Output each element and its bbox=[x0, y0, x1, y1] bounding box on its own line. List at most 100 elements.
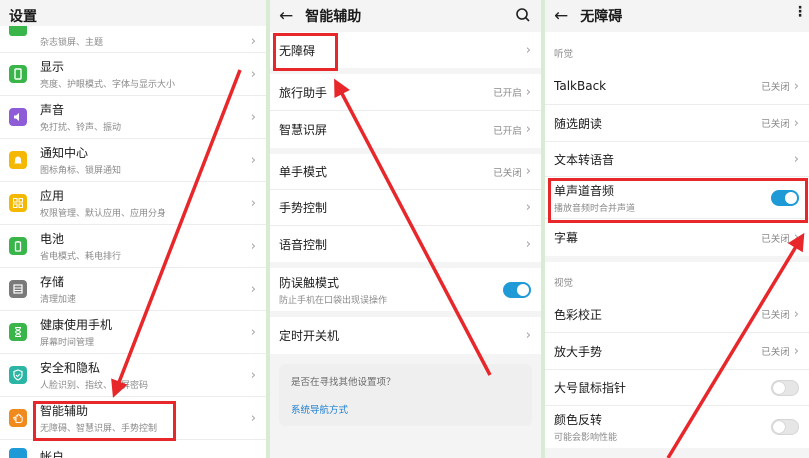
item-sub: 防止手机在口袋出现误操作 bbox=[279, 295, 388, 306]
item-large-mouse-pointer[interactable]: 大号鼠标指针 bbox=[545, 370, 809, 406]
settings-item-storage[interactable]: 存储 清理加速 › bbox=[0, 268, 266, 311]
control-group: 单手模式 已关闭 › 手势控制 › 语音控制 › bbox=[270, 154, 541, 262]
item-smart-screen[interactable]: 智慧识屏 已开启 › bbox=[270, 111, 541, 148]
item-status: 已关闭 bbox=[761, 119, 790, 130]
hearing-group: 听觉 TalkBack 已关闭 › 随选朗读 已关闭 › 文本转语音 › 单声道… bbox=[545, 32, 809, 256]
settings-item-display[interactable]: 显示亮度、护眼模式、字体与显示大小 › bbox=[0, 53, 266, 96]
item-mono-audio[interactable]: 单声道音频 播放音频时合并声道 bbox=[545, 177, 809, 219]
pocket-mode-toggle[interactable] bbox=[503, 281, 531, 298]
settings-item-digital-balance[interactable]: 健康使用手机 屏幕时间管理 › bbox=[0, 311, 266, 354]
back-arrow-icon[interactable]: ← bbox=[554, 7, 568, 25]
settings-list: 杂志锁屏、主题 › 显示亮度、护眼模式、字体与显示大小 › 声音免打扰、铃声、振… bbox=[0, 26, 266, 458]
chevron-right-icon: › bbox=[793, 343, 799, 359]
settings-item-sub: 免打扰、铃声、振动 bbox=[40, 123, 122, 133]
mono-audio-toggle[interactable] bbox=[771, 189, 799, 206]
system-navigation-link[interactable]: 系统导航方式 bbox=[291, 402, 520, 416]
account-icon bbox=[9, 448, 27, 458]
schedule-group: 定时开关机 › bbox=[270, 317, 541, 354]
item-color-correction[interactable]: 色彩校正 已关闭 › bbox=[545, 296, 809, 333]
item-label: 单声道音频 bbox=[554, 183, 615, 198]
settings-item-label: 通知中心 bbox=[40, 146, 89, 160]
vision-group: 视觉 色彩校正 已关闭 › 放大手势 已关闭 › 大号鼠标指针 颜色反转 可能会影… bbox=[545, 262, 809, 448]
item-status: 已关闭 bbox=[761, 347, 790, 358]
accessibility-topbar: ← 无障碍 ⋮ bbox=[545, 0, 809, 32]
item-text-to-speech[interactable]: 文本转语音 › bbox=[545, 142, 809, 177]
settings-item-label: 智能辅助 bbox=[40, 404, 89, 418]
settings-item-battery[interactable]: 电池 省电模式、耗电排行 › bbox=[0, 225, 266, 268]
item-select-to-speak[interactable]: 随选朗读 已关闭 › bbox=[545, 105, 809, 142]
item-status: 已开启 bbox=[493, 88, 522, 99]
item-travel-assistant[interactable]: 旅行助手 已开启 › bbox=[270, 74, 541, 111]
chevron-right-icon: › bbox=[793, 78, 799, 94]
back-arrow-icon[interactable]: ← bbox=[279, 7, 293, 25]
item-status: 已关闭 bbox=[761, 310, 790, 321]
item-label: 随选朗读 bbox=[554, 116, 603, 131]
chevron-right-icon: › bbox=[250, 34, 256, 49]
accessibility-group: 无障碍 › bbox=[270, 32, 541, 68]
item-captions[interactable]: 字幕 已关闭 › bbox=[545, 219, 809, 256]
item-label: 色彩校正 bbox=[554, 307, 603, 322]
chevron-right-icon: › bbox=[250, 410, 256, 426]
chevron-right-icon: › bbox=[250, 324, 256, 340]
settings-item-sub: 亮度、护眼模式、字体与显示大小 bbox=[40, 80, 176, 90]
large-pointer-toggle[interactable] bbox=[771, 379, 799, 396]
accessibility-panel: ← 无障碍 ⋮ 听觉 TalkBack 已关闭 › 随选朗读 已关闭 › 文本转… bbox=[545, 0, 809, 458]
settings-item-theme[interactable]: 杂志锁屏、主题 › bbox=[0, 26, 266, 53]
item-label: 定时开关机 bbox=[279, 329, 340, 343]
chevron-right-icon: › bbox=[525, 328, 531, 343]
chevron-right-icon: › bbox=[250, 238, 256, 254]
item-label: 颜色反转 bbox=[554, 413, 603, 427]
settings-item-apps[interactable]: 应用 权限管理、默认应用、应用分身 › bbox=[0, 182, 266, 225]
battery-icon bbox=[9, 237, 27, 255]
settings-item-notifications[interactable]: 通知中心图标角标、锁屏通知 › bbox=[0, 139, 266, 182]
bell-icon bbox=[9, 151, 27, 169]
toggle-knob bbox=[517, 283, 529, 296]
item-color-inversion[interactable]: 颜色反转 可能会影响性能 bbox=[545, 406, 809, 448]
settings-item-sub: 图标角标、锁屏通知 bbox=[40, 166, 122, 176]
theme-icon bbox=[9, 26, 27, 36]
search-icon[interactable] bbox=[515, 7, 531, 27]
settings-item-smart-assistance[interactable]: 智能辅助 无障碍、智慧识屏、手势控制 › bbox=[0, 397, 266, 440]
settings-item-label: 安全和隐私 bbox=[40, 361, 101, 375]
item-label: TalkBack bbox=[554, 79, 607, 93]
settings-item-sub: 人脸识别、指纹、锁屏密码 bbox=[40, 381, 149, 391]
toggle-knob bbox=[785, 191, 797, 204]
page-title: 智能辅助 bbox=[305, 9, 362, 25]
chevron-right-icon: › bbox=[250, 109, 256, 125]
chevron-right-icon: › bbox=[250, 281, 256, 297]
item-status: 已关闭 bbox=[761, 233, 790, 245]
chevron-right-icon: › bbox=[525, 42, 531, 58]
settings-item-label: 应用 bbox=[40, 189, 65, 203]
chevron-right-icon: › bbox=[525, 84, 531, 100]
item-status: 已关闭 bbox=[761, 82, 790, 93]
assistant-group: 旅行助手 已开启 › 智慧识屏 已开启 › bbox=[270, 74, 541, 148]
pocket-mode-group: 防误触模式 防止手机在口袋出现误操作 bbox=[270, 268, 541, 311]
settings-item-sound[interactable]: 声音免打扰、铃声、振动 › bbox=[0, 96, 266, 139]
chevron-right-icon: › bbox=[250, 152, 256, 168]
settings-item-label: 显示 bbox=[40, 60, 65, 74]
settings-item-label: 电池 bbox=[40, 232, 65, 246]
item-accessibility[interactable]: 无障碍 › bbox=[270, 32, 541, 68]
item-label: 字幕 bbox=[554, 231, 579, 245]
item-voice-control[interactable]: 语音控制 › bbox=[270, 226, 541, 262]
more-options-icon[interactable]: ⋮ bbox=[793, 5, 807, 19]
settings-item-label: 帐户 bbox=[40, 450, 65, 458]
item-scheduled-power[interactable]: 定时开关机 › bbox=[270, 317, 541, 354]
item-status: 已关闭 bbox=[493, 167, 522, 179]
chevron-right-icon: › bbox=[793, 306, 799, 322]
chevron-right-icon: › bbox=[793, 115, 799, 131]
apps-grid-icon bbox=[9, 194, 27, 212]
item-talkback[interactable]: TalkBack 已关闭 › bbox=[545, 68, 809, 105]
settings-item-account[interactable]: 帐户 bbox=[0, 440, 266, 458]
settings-item-label: 声音 bbox=[40, 103, 65, 117]
section-header-vision: 视觉 bbox=[545, 262, 809, 296]
chevron-right-icon: › bbox=[525, 164, 531, 179]
item-pocket-mode[interactable]: 防误触模式 防止手机在口袋出现误操作 bbox=[270, 268, 541, 311]
chevron-right-icon: › bbox=[250, 66, 256, 82]
color-inversion-toggle[interactable] bbox=[771, 419, 799, 435]
item-magnification-gesture[interactable]: 放大手势 已关闭 › bbox=[545, 333, 809, 370]
item-one-hand-mode[interactable]: 单手模式 已关闭 › bbox=[270, 154, 541, 190]
item-gesture-control[interactable]: 手势控制 › bbox=[270, 190, 541, 226]
settings-item-security[interactable]: 安全和隐私 人脸识别、指纹、锁屏密码 › bbox=[0, 354, 266, 397]
item-label: 语音控制 bbox=[279, 237, 328, 252]
